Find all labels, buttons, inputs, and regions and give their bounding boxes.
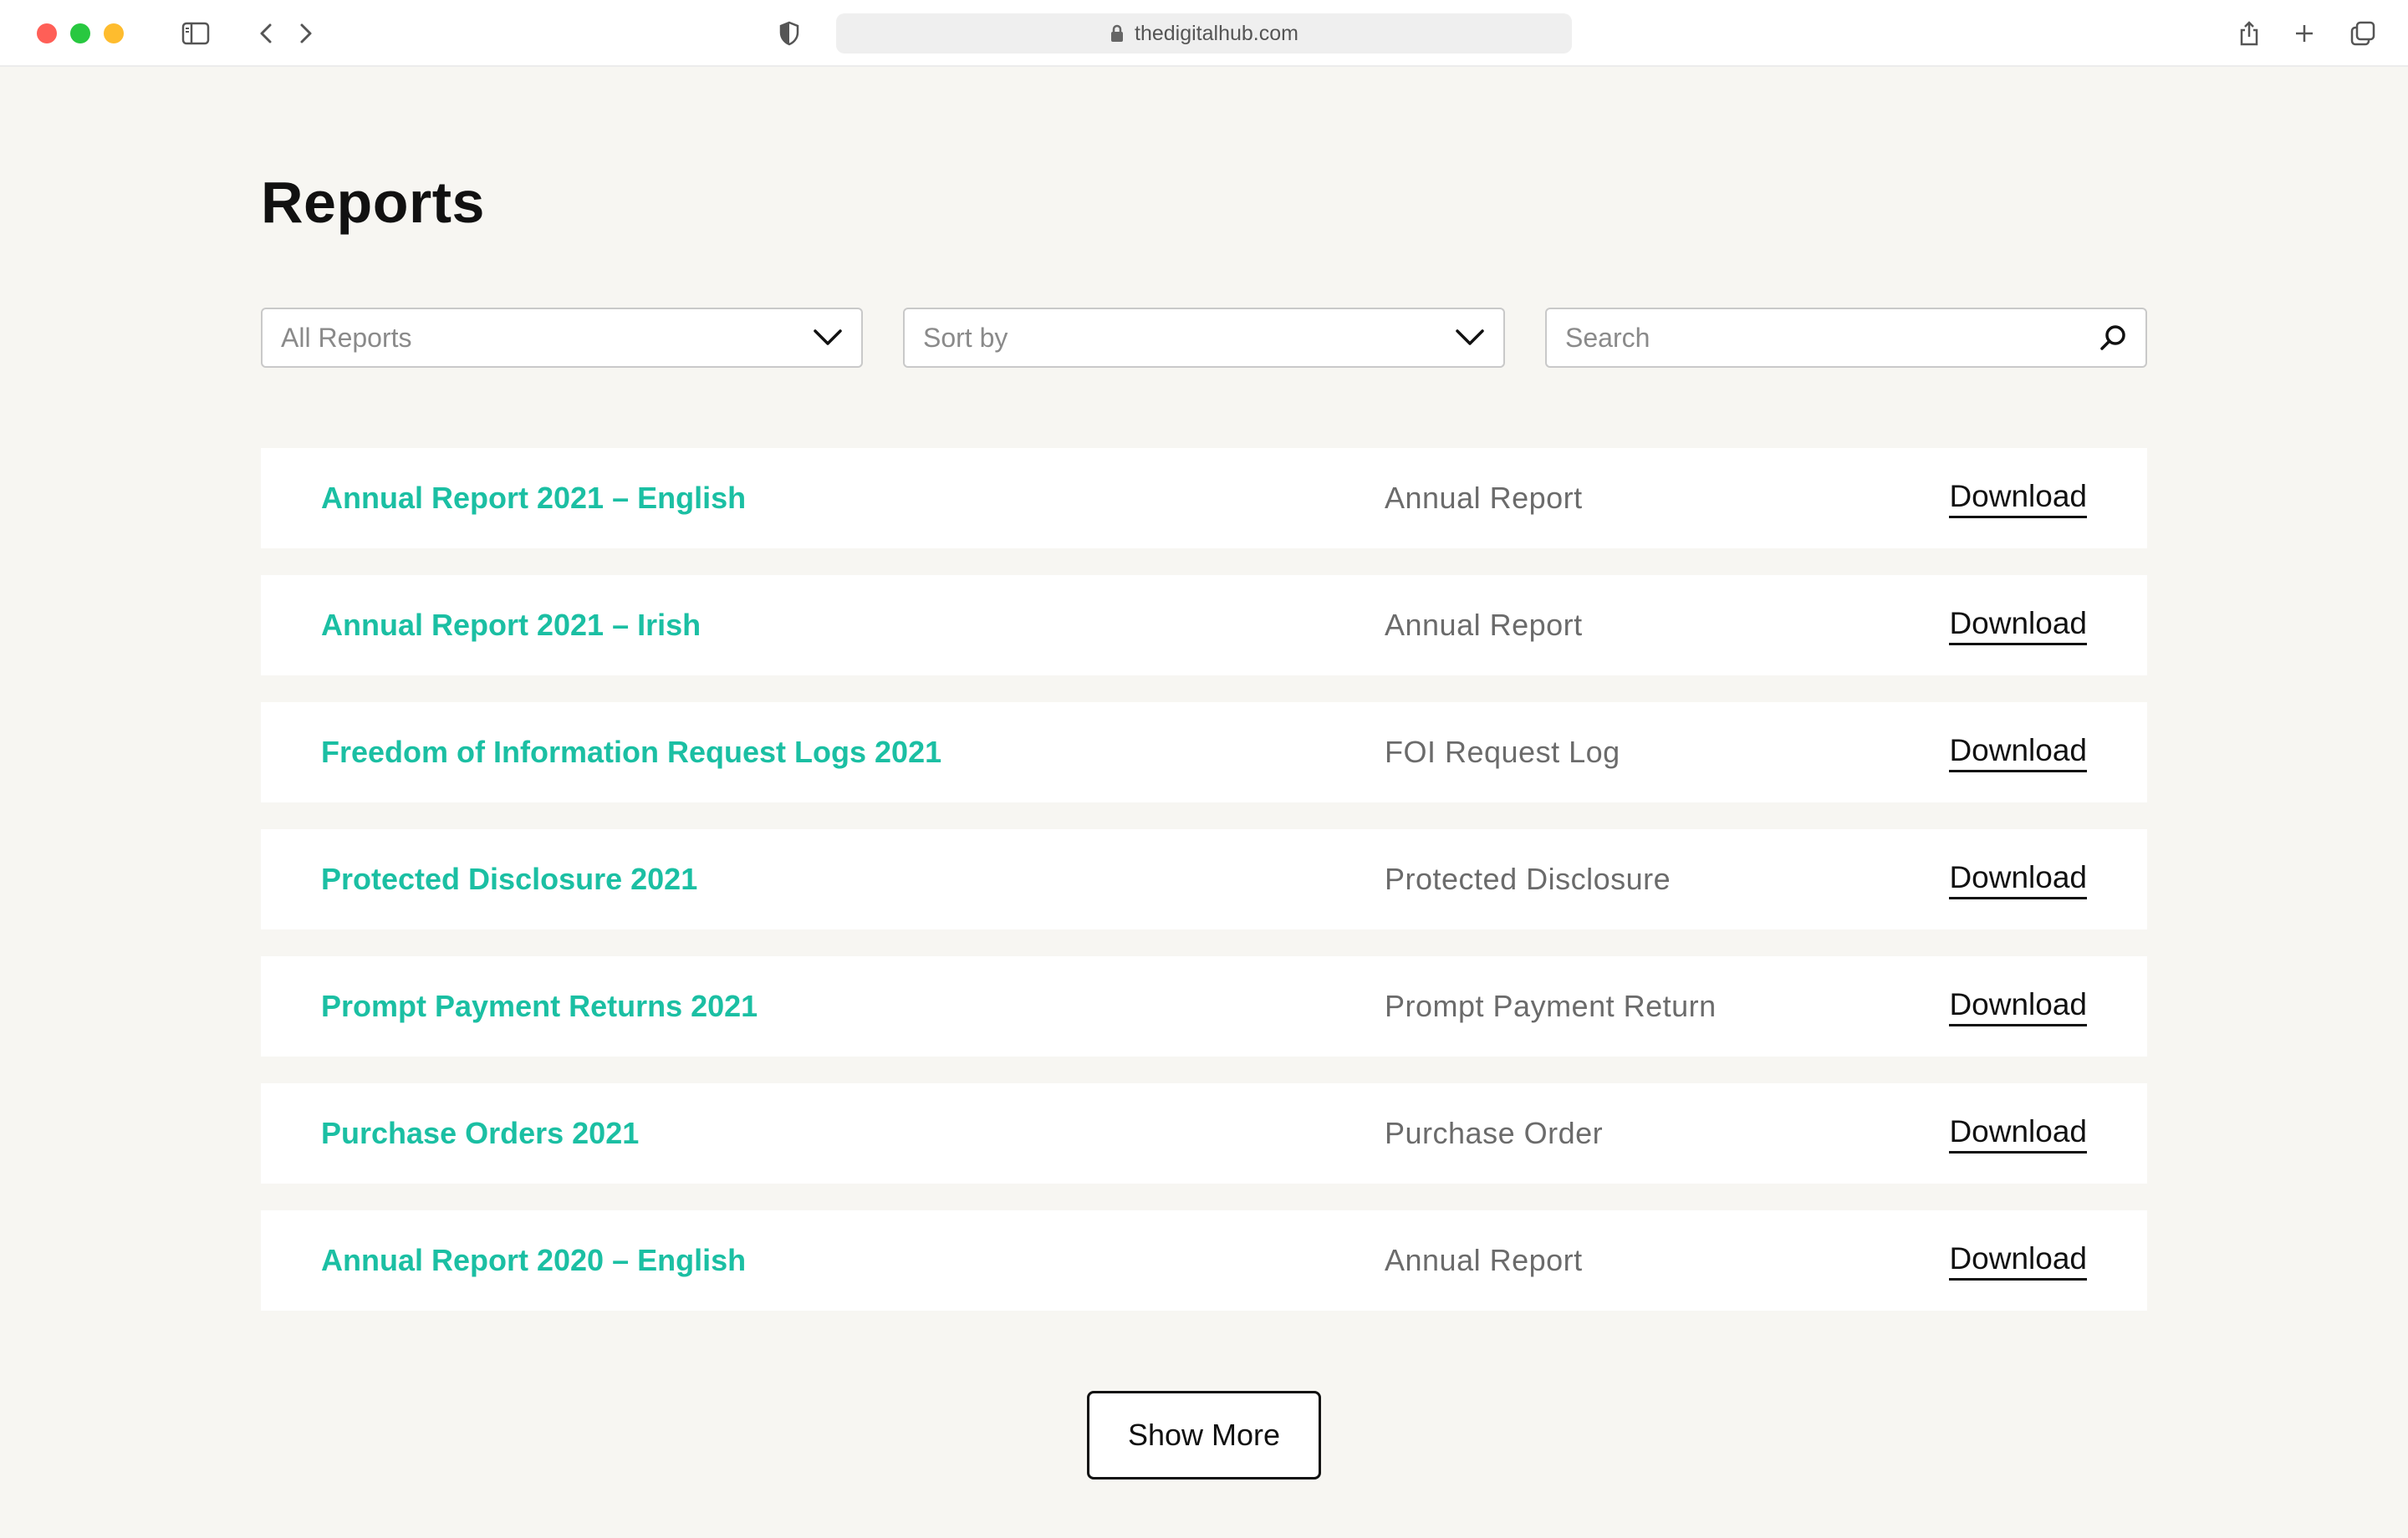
report-type: Annual Report xyxy=(1385,481,1583,515)
minimize-window-button[interactable] xyxy=(104,23,124,43)
chevron-left-icon[interactable] xyxy=(249,17,283,50)
plus-icon[interactable] xyxy=(2288,17,2321,50)
report-title-link[interactable]: Annual Report 2020 – English xyxy=(321,1243,746,1278)
page-title: Reports xyxy=(261,170,485,235)
sort-by-dropdown[interactable]: Sort by xyxy=(903,308,1505,368)
category-selected-value: All Reports xyxy=(281,322,412,353)
sort-selected-value: Sort by xyxy=(923,322,1008,353)
report-row: Annual Report 2021 – English Annual Repo… xyxy=(261,448,2147,548)
lock-icon xyxy=(1111,24,1124,42)
address-bar[interactable]: thedigitalhub.com xyxy=(836,13,1572,53)
report-title-link[interactable]: Annual Report 2021 – Irish xyxy=(321,608,701,643)
sidebar-icon[interactable] xyxy=(179,17,212,50)
report-type: Purchase Order xyxy=(1385,1116,1604,1150)
report-row: Freedom of Information Request Logs 2021… xyxy=(261,702,2147,802)
report-title-link[interactable]: Protected Disclosure 2021 xyxy=(321,862,697,897)
report-type: Protected Disclosure xyxy=(1385,862,1671,896)
download-link[interactable]: Download xyxy=(1949,733,2087,772)
report-category-dropdown[interactable]: All Reports xyxy=(261,308,863,368)
report-row: Protected Disclosure 2021 Protected Disc… xyxy=(261,829,2147,929)
report-title-link[interactable]: Annual Report 2021 – English xyxy=(321,481,746,516)
download-link[interactable]: Download xyxy=(1949,860,2087,899)
report-title-link[interactable]: Prompt Payment Returns 2021 xyxy=(321,989,758,1024)
download-link[interactable]: Download xyxy=(1949,987,2087,1026)
url-text: thedigitalhub.com xyxy=(1135,21,1298,45)
report-type: FOI Request Log xyxy=(1385,735,1620,769)
report-type: Annual Report xyxy=(1385,1243,1583,1277)
report-title-link[interactable]: Purchase Orders 2021 xyxy=(321,1116,639,1151)
browser-toolbar: thedigitalhub.com xyxy=(0,0,2408,67)
search-box[interactable] xyxy=(1545,308,2147,368)
search-icon[interactable] xyxy=(2099,323,2127,352)
search-input[interactable] xyxy=(1565,322,2099,354)
report-title-link[interactable]: Freedom of Information Request Logs 2021 xyxy=(321,735,941,770)
chevron-down-icon xyxy=(1456,329,1484,345)
reports-list: Annual Report 2021 – English Annual Repo… xyxy=(261,448,2147,1337)
chevron-right-icon[interactable] xyxy=(289,17,323,50)
report-row: Purchase Orders 2021 Purchase Order Down… xyxy=(261,1083,2147,1184)
download-link[interactable]: Download xyxy=(1949,606,2087,645)
download-link[interactable]: Download xyxy=(1949,479,2087,518)
report-type: Prompt Payment Return xyxy=(1385,989,1717,1023)
show-more-button[interactable]: Show More xyxy=(1087,1391,1321,1479)
report-row: Annual Report 2020 – English Annual Repo… xyxy=(261,1210,2147,1311)
download-link[interactable]: Download xyxy=(1949,1241,2087,1281)
maximize-window-button[interactable] xyxy=(70,23,90,43)
chevron-down-icon xyxy=(814,329,842,345)
download-link[interactable]: Download xyxy=(1949,1114,2087,1154)
shield-icon[interactable] xyxy=(773,17,806,50)
report-row: Prompt Payment Returns 2021 Prompt Payme… xyxy=(261,956,2147,1057)
tabs-overview-icon[interactable] xyxy=(2346,17,2380,50)
report-type: Annual Report xyxy=(1385,608,1583,642)
report-row: Annual Report 2021 – Irish Annual Report… xyxy=(261,575,2147,675)
close-window-button[interactable] xyxy=(37,23,57,43)
share-icon[interactable] xyxy=(2232,17,2266,50)
page-content: Reports All Reports Sort by Annual Repor… xyxy=(0,69,2408,1538)
